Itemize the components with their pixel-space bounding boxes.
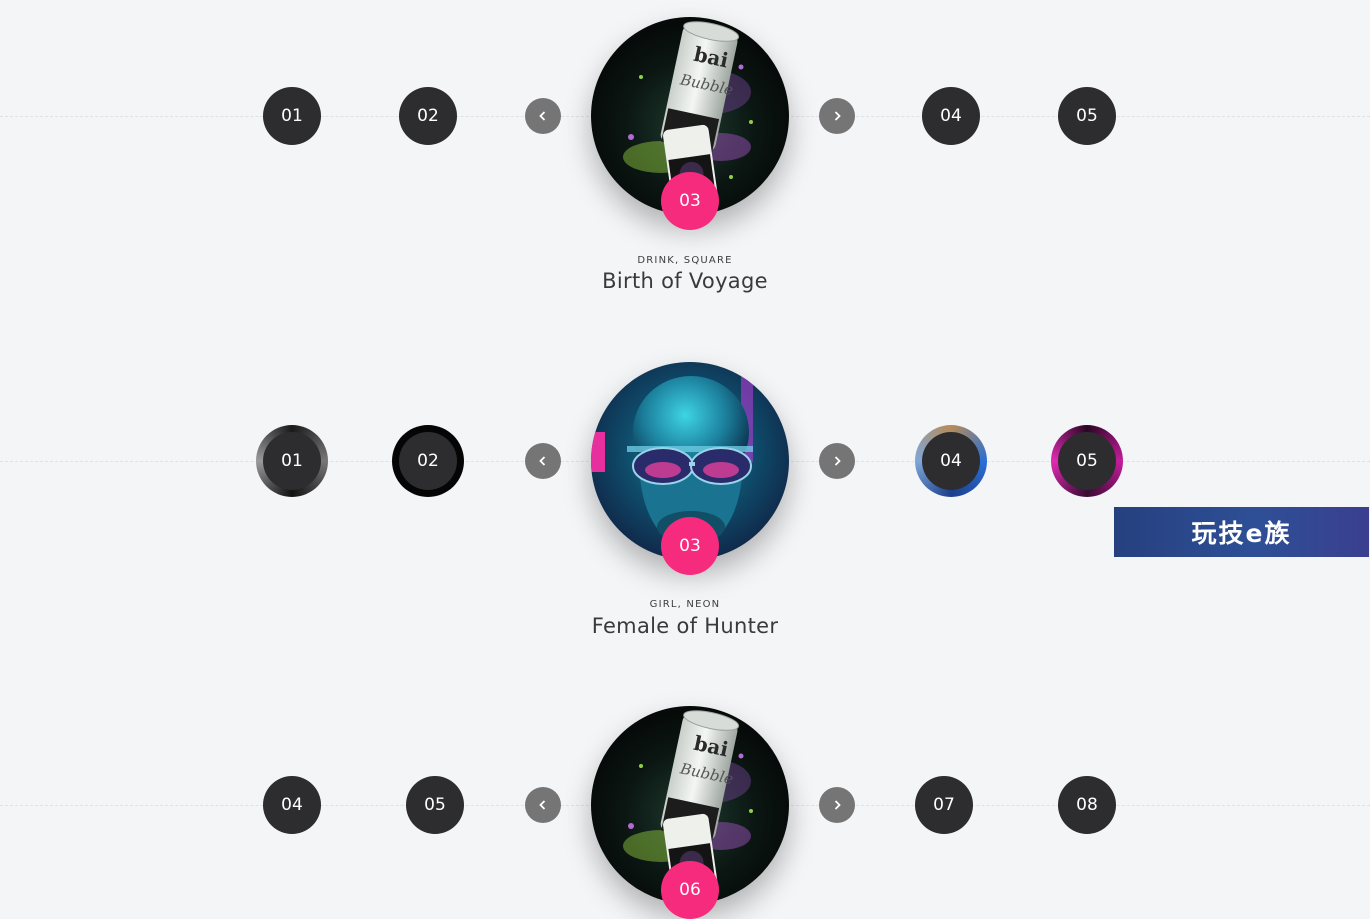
active-slide-badge: 03 [661, 517, 719, 575]
slide-category: GIRL, NEON [649, 599, 721, 610]
chevron-right-icon [834, 111, 841, 121]
slide-dot-04[interactable]: 04 [922, 87, 980, 145]
slide-dot-07[interactable]: 07 [915, 776, 973, 834]
active-slide-badge: 06 [661, 861, 719, 919]
next-arrow-button[interactable] [819, 443, 855, 479]
slide-dot-05[interactable]: 05 [1058, 87, 1116, 145]
slider-1: 01 02 bai Bubble 03 04 05 DRINK, SQUARE … [0, 0, 1370, 360]
slide-dot-05[interactable]: 05 [406, 776, 464, 834]
slide-dot-01[interactable]: 01 [256, 425, 328, 497]
chevron-left-icon [539, 800, 546, 810]
chevron-left-icon [539, 456, 546, 466]
chevron-right-icon [834, 800, 841, 810]
slide-dot-04[interactable]: 04 [915, 425, 987, 497]
slide-dot-label: 04 [922, 432, 980, 490]
prev-arrow-button[interactable] [525, 98, 561, 134]
watermark-logo: 玩技e族 [1114, 507, 1369, 557]
slide-dot-label: 02 [399, 432, 457, 490]
chevron-right-icon [834, 456, 841, 466]
slide-dot-05[interactable]: 05 [1051, 425, 1123, 497]
active-slide-badge: 03 [661, 172, 719, 230]
slide-dot-02[interactable]: 02 [399, 87, 457, 145]
prev-arrow-button[interactable] [525, 443, 561, 479]
slide-dot-label: 05 [1058, 432, 1116, 490]
chevron-left-icon [539, 111, 546, 121]
slide-dot-08[interactable]: 08 [1058, 776, 1116, 834]
slide-dot-label: 01 [263, 432, 321, 490]
slide-dot-01[interactable]: 01 [263, 87, 321, 145]
slide-dot-02[interactable]: 02 [392, 425, 464, 497]
slide-title: Birth of Voyage [602, 269, 768, 293]
next-arrow-button[interactable] [819, 787, 855, 823]
next-arrow-button[interactable] [819, 98, 855, 134]
slide-title: Female of Hunter [591, 614, 779, 638]
slide-category: DRINK, SQUARE [637, 255, 733, 266]
prev-arrow-button[interactable] [525, 787, 561, 823]
slide-dot-04[interactable]: 04 [263, 776, 321, 834]
slider-3: 04 05 bai Bubble 06 07 08 [0, 690, 1370, 919]
